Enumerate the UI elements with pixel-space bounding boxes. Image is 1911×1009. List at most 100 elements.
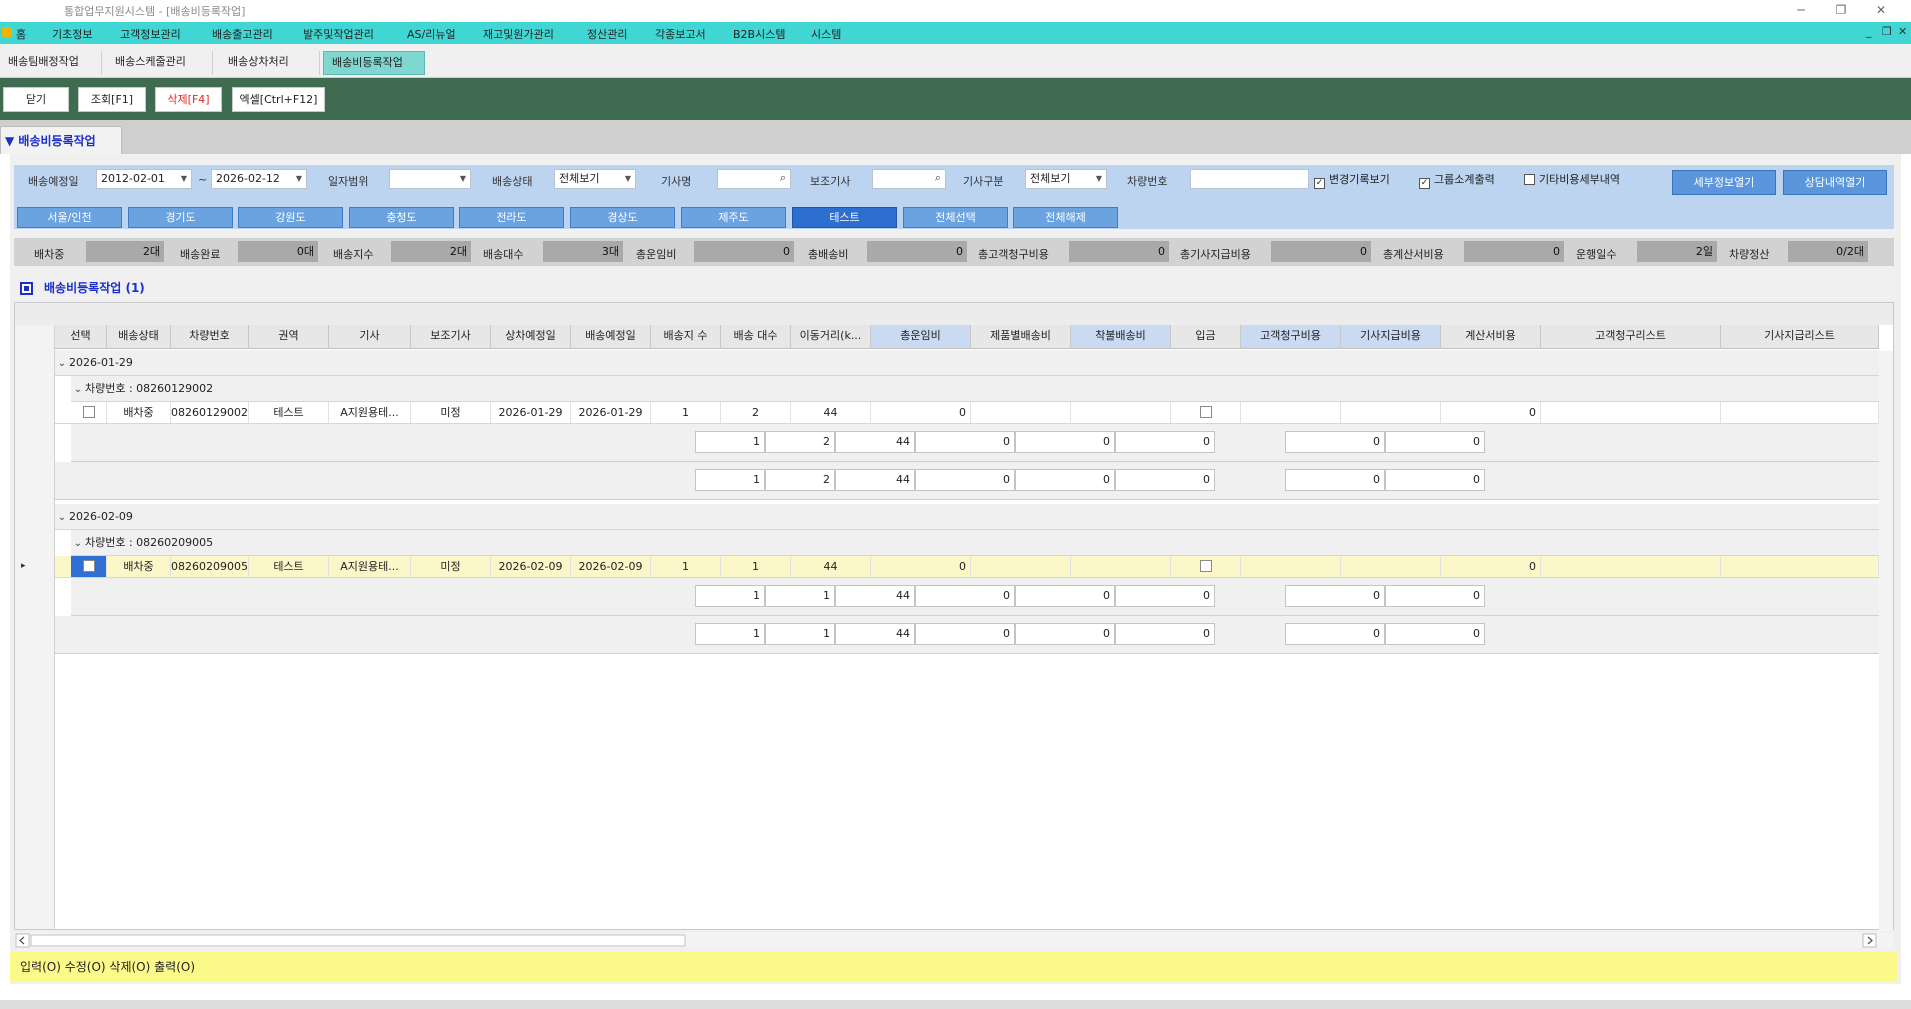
delete-button[interactable]: 삭제[F4] [155, 87, 222, 112]
col-header-cod-fee[interactable]: 착불배송비 [1071, 325, 1171, 349]
group-row-date[interactable]: ⌄ 2026-02-09 [55, 504, 1879, 530]
col-header-customer-charge[interactable]: 고객청구비용 [1241, 325, 1341, 349]
col-header-driver-pay[interactable]: 기사지급비용 [1341, 325, 1441, 349]
menu-item-order-work[interactable]: 발주및작업관리 [303, 26, 374, 42]
menu-item-reports[interactable]: 각종보고서 [655, 26, 706, 42]
cell-invoice[interactable]: 0 [1441, 556, 1541, 577]
date-from-input[interactable]: 2012-02-01 ▼ [96, 169, 192, 189]
region-test-button[interactable]: 테스트 [792, 207, 897, 228]
close-button[interactable]: 닫기 [3, 87, 69, 112]
col-header-select[interactable]: 선택 [55, 325, 107, 349]
region-chungcheong-button[interactable]: 충청도 [349, 207, 454, 228]
mdi-restore-icon[interactable]: ❐ [1882, 25, 1892, 38]
driver-name-input[interactable]: ⌕ [717, 169, 791, 189]
col-header-assistant[interactable]: 보조기사 [411, 325, 491, 349]
mdi-minimize-icon[interactable]: _ [1866, 25, 1872, 38]
cell-freight[interactable]: 0 [871, 402, 971, 423]
cell-invoice[interactable]: 0 [1441, 402, 1541, 423]
col-header-status[interactable]: 배송상태 [107, 325, 171, 349]
chevron-down-icon[interactable]: ⌄ [55, 351, 69, 376]
region-gyeonggi-button[interactable]: 경기도 [128, 207, 233, 228]
region-jeolla-button[interactable]: 전라도 [459, 207, 564, 228]
detail-info-button[interactable]: 세부정보열기 [1672, 170, 1776, 195]
region-gangwon-button[interactable]: 강원도 [238, 207, 343, 228]
cell-freight[interactable]: 0 [871, 556, 971, 577]
search-button[interactable]: 조회[F1] [78, 87, 146, 112]
table-row[interactable]: 배차중 08260209005 테스트 A지원용테... 미정 2026-02-… [55, 556, 1879, 578]
group-subtotal-checkbox[interactable]: ✓ 그룹소계출력 [1419, 171, 1495, 189]
cell-deposit[interactable] [1171, 556, 1241, 577]
menu-item-basic-info[interactable]: 기초정보 [52, 26, 92, 42]
search-icon[interactable]: ⌕ [935, 169, 941, 187]
row-select-cell[interactable] [71, 402, 107, 423]
menu-item-inventory[interactable]: 재고및원가관리 [483, 26, 554, 42]
other-cost-checkbox[interactable]: 기타비용세부내역 [1524, 171, 1620, 187]
col-header-invoice[interactable]: 계산서비용 [1441, 325, 1541, 349]
cell-product-fee[interactable] [971, 556, 1071, 577]
select-all-button[interactable]: 전체선택 [903, 207, 1008, 228]
menu-item-delivery[interactable]: 배송출고관리 [212, 26, 273, 42]
row-select-cell[interactable] [71, 556, 107, 577]
delivery-status-select[interactable]: 전체보기 ▼ [554, 169, 636, 189]
col-header-product-fee[interactable]: 제품별배송비 [971, 325, 1071, 349]
menu-item-home[interactable]: 홈 [16, 26, 26, 42]
change-history-checkbox[interactable]: ✓ 변경기록보기 [1314, 171, 1390, 189]
col-header-customer-list[interactable]: 고객청구리스트 [1541, 325, 1721, 349]
driver-type-select[interactable]: 전체보기 ▼ [1025, 169, 1107, 189]
region-jeju-button[interactable]: 제주도 [681, 207, 786, 228]
group-by-area[interactable] [15, 303, 1893, 325]
date-range-select[interactable]: ▼ [389, 169, 471, 189]
deselect-all-button[interactable]: 전체해제 [1013, 207, 1118, 228]
horizontal-scrollbar[interactable] [15, 933, 1893, 948]
chevron-down-icon[interactable]: ⌄ [71, 377, 85, 402]
home-icon[interactable] [2, 27, 12, 37]
minimize-icon[interactable]: ─ [1781, 0, 1821, 22]
col-header-load-date[interactable]: 상차예정일 [491, 325, 571, 349]
col-header-driver-list[interactable]: 기사지급리스트 [1721, 325, 1879, 349]
cell-driver-pay[interactable] [1341, 402, 1441, 423]
menu-item-system[interactable]: 시스템 [811, 26, 841, 42]
deposit-checkbox[interactable] [1199, 406, 1212, 418]
row-checkbox[interactable] [82, 560, 95, 572]
cell-product-fee[interactable] [971, 402, 1071, 423]
chevron-down-icon[interactable]: ⌄ [71, 531, 85, 556]
row-checkbox[interactable] [82, 406, 95, 418]
mdi-close-icon[interactable]: ✕ [1898, 25, 1907, 38]
cell-cod-fee[interactable] [1071, 556, 1171, 577]
restore-icon[interactable]: ❐ [1821, 0, 1861, 22]
assistant-driver-input[interactable]: ⌕ [872, 169, 946, 189]
col-header-freight[interactable]: 총운임비 [871, 325, 971, 349]
menu-item-customer[interactable]: 고객정보관리 [120, 26, 181, 42]
tab-delivery-schedule[interactable]: 배송스케줄관리 [107, 51, 213, 75]
section-tab[interactable]: ▼ 배송비등록작업 [0, 126, 122, 154]
col-header-delivery-date[interactable]: 배송예정일 [571, 325, 651, 349]
consult-history-button[interactable]: 상담내역열기 [1783, 170, 1887, 195]
tab-delivery-team[interactable]: 배송팀배정작업 [0, 51, 102, 75]
col-header-vehicle[interactable]: 차량번호 [171, 325, 249, 349]
cell-driver-pay[interactable] [1341, 556, 1441, 577]
col-header-distance[interactable]: 이동거리(k... [791, 325, 871, 349]
group-row-vehicle[interactable]: ⌄ 차량번호 : 08260129002 [71, 376, 1879, 402]
search-icon[interactable]: ⌕ [780, 169, 786, 187]
close-window-icon[interactable]: ✕ [1861, 0, 1901, 22]
chevron-down-icon[interactable]: ⌄ [55, 505, 69, 530]
cell-cod-fee[interactable] [1071, 402, 1171, 423]
cell-customer-charge[interactable] [1241, 556, 1341, 577]
menu-item-as-renewal[interactable]: AS/리뉴얼 [407, 26, 456, 42]
collapse-box-icon[interactable] [20, 282, 33, 295]
menu-item-b2b[interactable]: B2B시스템 [733, 26, 785, 42]
group-row-vehicle[interactable]: ⌄ 차량번호 : 08260209005 [71, 530, 1879, 556]
deposit-checkbox[interactable] [1199, 560, 1212, 572]
tab-delivery-fee[interactable]: 배송비등록작업 [323, 51, 425, 75]
tab-delivery-loading[interactable]: 배송상차처리 [220, 51, 320, 75]
region-gyeongsang-button[interactable]: 경상도 [570, 207, 675, 228]
vehicle-no-input[interactable] [1190, 169, 1309, 189]
date-to-input[interactable]: 2026-02-12 ▼ [211, 169, 307, 189]
col-header-trucks[interactable]: 배송 대수 [721, 325, 791, 349]
col-header-deposit[interactable]: 입금 [1171, 325, 1241, 349]
col-header-stops[interactable]: 배송지 수 [651, 325, 721, 349]
vertical-scrollbar[interactable] [1879, 351, 1893, 931]
region-seoul-button[interactable]: 서울/인천 [17, 207, 122, 228]
menu-item-settlement[interactable]: 정산관리 [587, 26, 627, 42]
table-row[interactable]: 배차중 08260129002 테스트 A지원용테... 미정 2026-01-… [55, 402, 1879, 424]
